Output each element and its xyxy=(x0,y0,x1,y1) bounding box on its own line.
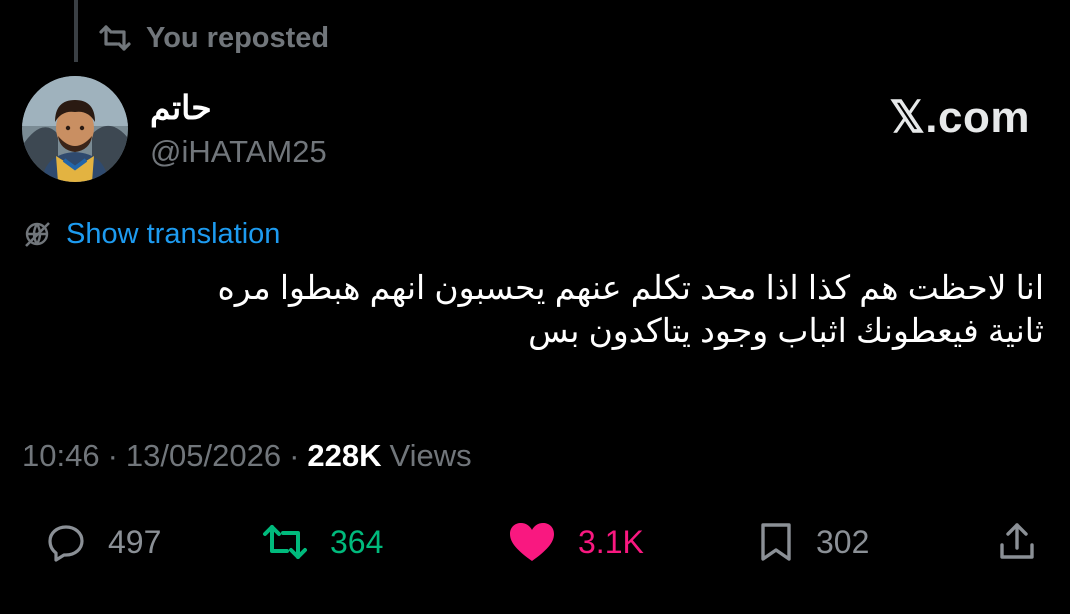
x-watermark: 𝕏.com xyxy=(889,93,1030,142)
retweet-icon xyxy=(98,25,132,51)
heart-icon xyxy=(508,521,556,563)
meta-separator: · xyxy=(107,438,118,473)
tweet-meta: 10:46 · 13/05/2026 · 228K Views xyxy=(22,438,472,474)
views-label: Views xyxy=(389,438,472,473)
retweet-icon xyxy=(262,524,308,560)
translate-row[interactable]: Show translation xyxy=(22,214,280,254)
repost-label: You reposted xyxy=(146,21,330,54)
avatar[interactable] xyxy=(22,76,128,182)
bookmark-count: 302 xyxy=(816,523,870,560)
retweet-button[interactable]: 364 xyxy=(262,512,383,572)
show-translation-link[interactable]: Show translation xyxy=(66,218,280,251)
author-name[interactable]: حاتم xyxy=(150,88,212,127)
meta-separator: · xyxy=(289,438,300,473)
reply-button[interactable]: 497 xyxy=(46,512,161,572)
reply-icon xyxy=(46,522,86,562)
author-handle[interactable]: @iHATAM25 xyxy=(150,134,327,170)
reply-count: 497 xyxy=(108,523,162,560)
views-count[interactable]: 228K xyxy=(307,438,381,474)
globe-slash-icon xyxy=(22,219,52,249)
thread-line xyxy=(74,0,78,62)
share-icon xyxy=(998,521,1036,563)
action-bar: 497 364 3.1K 302 xyxy=(0,512,1070,572)
tweet-text: انا لاحظت هم كذا اذا محد تكلم عنهم يحسبو… xyxy=(44,266,1044,352)
like-count: 3.1K xyxy=(578,523,644,560)
like-button[interactable]: 3.1K xyxy=(508,512,644,572)
tweet-line-2: ثانية فيعطونك اثباب وجود يتاكدون بس xyxy=(528,312,1044,349)
bookmark-button[interactable]: 302 xyxy=(758,512,869,572)
bookmark-icon xyxy=(758,522,794,562)
repost-header[interactable]: You reposted xyxy=(98,18,329,58)
tweet-time[interactable]: 10:46 xyxy=(22,438,100,474)
share-button[interactable] xyxy=(998,512,1036,572)
retweet-count: 364 xyxy=(330,523,384,560)
tweet-date[interactable]: 13/05/2026 xyxy=(126,438,281,474)
tweet-line-1: انا لاحظت هم كذا اذا محد تكلم عنهم يحسبو… xyxy=(217,269,1044,306)
